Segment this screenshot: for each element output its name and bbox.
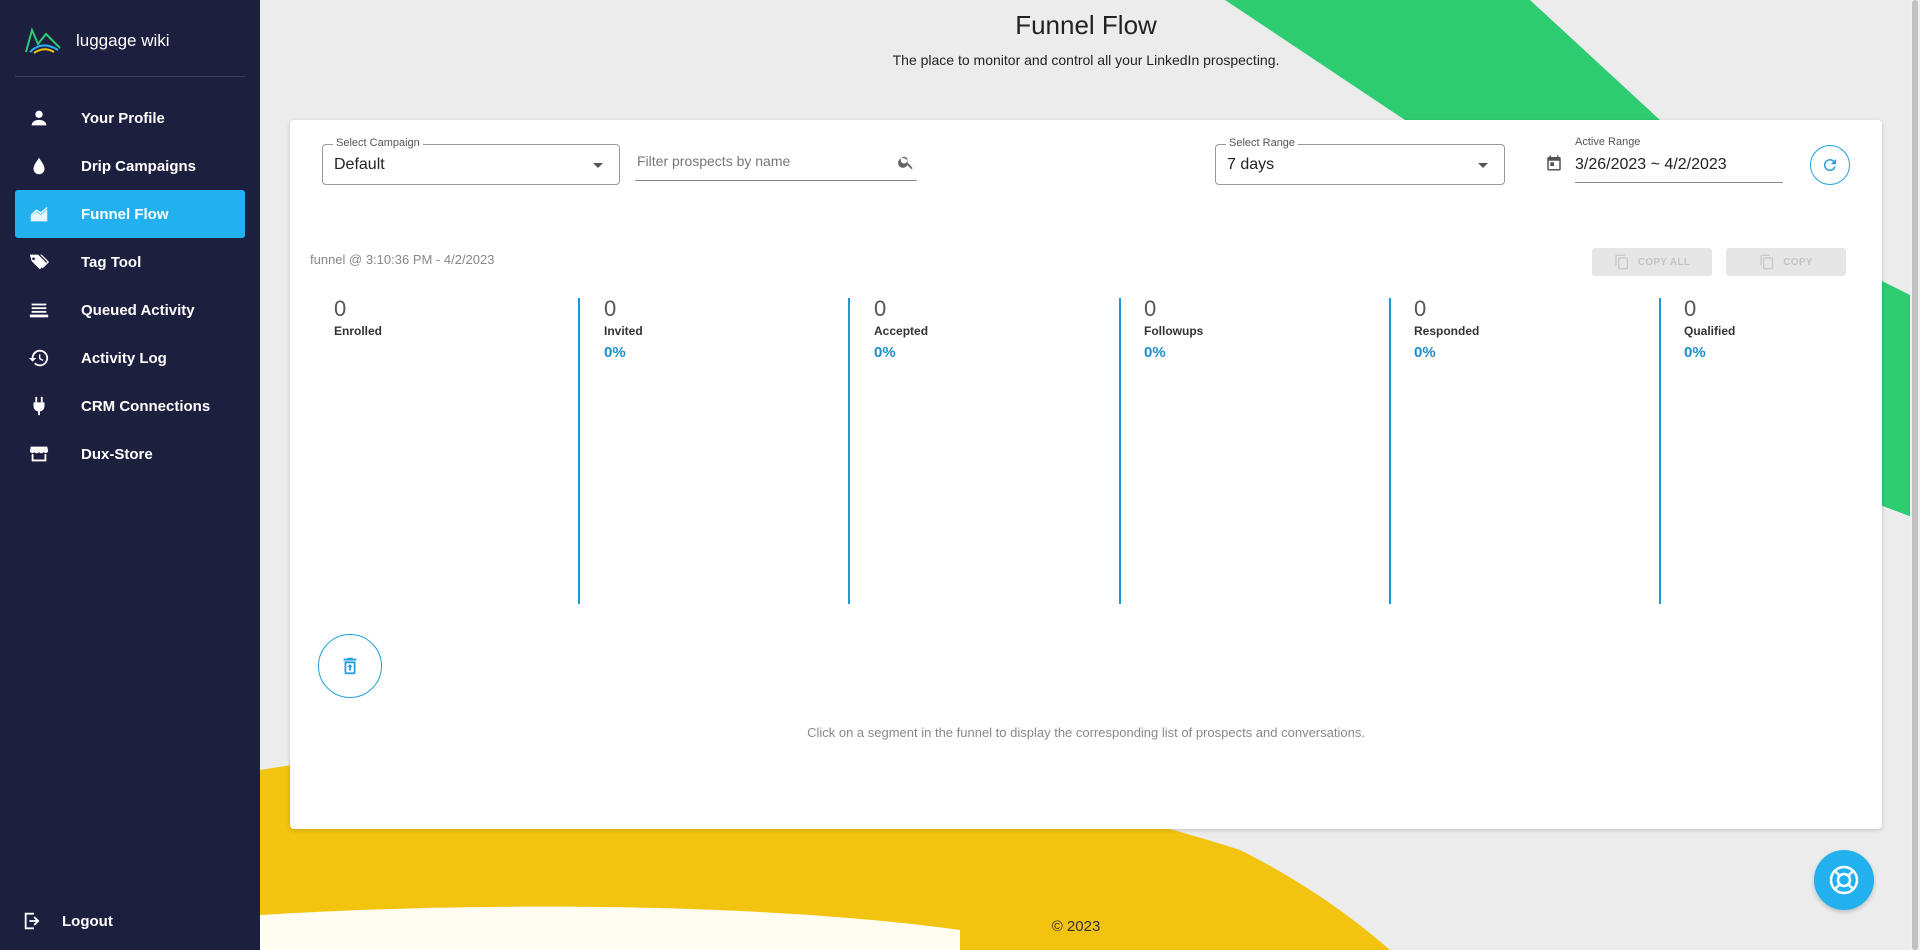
funnel-timestamp: funnel @ 3:10:36 PM - 4/2/2023 (310, 252, 495, 267)
search-icon[interactable] (897, 153, 915, 171)
sidebar-divider (15, 76, 245, 77)
sidebar: luggage wiki Your Profile Drip Campaigns… (0, 0, 260, 950)
active-range-label: Active Range (1575, 136, 1641, 148)
campaign-select-label: Select Campaign (333, 137, 423, 149)
funnel-segment-enrolled[interactable]: 0 Enrolled (334, 296, 554, 602)
range-select-label: Select Range (1226, 137, 1299, 149)
funnel-segment-invited[interactable]: 0 Invited 0% (604, 296, 834, 602)
lifebuoy-icon (1829, 865, 1859, 895)
funnel-segment-qualified[interactable]: 0 Qualified 0% (1684, 296, 1864, 602)
refresh-button[interactable] (1810, 145, 1850, 185)
campaign-select[interactable]: Select Campaign Default (322, 137, 620, 185)
sidebar-item-label: Your Profile (81, 109, 165, 127)
logout-icon (24, 912, 40, 930)
sidebar-item-label: Queued Activity (81, 301, 195, 319)
funnel-segment-responded[interactable]: 0 Responded 0% (1414, 296, 1644, 602)
sidebar-item-label: Drip Campaigns (81, 157, 197, 175)
prospect-filter (635, 148, 917, 181)
refresh-icon (1823, 159, 1836, 172)
sidebar-item-queued-activity[interactable]: Queued Activity (15, 286, 245, 334)
logout-label: Logout (62, 912, 113, 930)
stage-divider (1119, 298, 1121, 604)
trash-icon (343, 657, 357, 675)
stage-percent: 0% (1684, 344, 1706, 361)
stage-label: Responded (1414, 324, 1480, 338)
sidebar-item-crm-connections[interactable]: CRM Connections (15, 382, 245, 430)
stage-label: Followups (1144, 324, 1204, 338)
funnel-hint: Click on a segment in the funnel to disp… (807, 725, 1365, 740)
plug-icon (27, 394, 51, 418)
sidebar-item-label: Funnel Flow (81, 205, 169, 223)
sidebar-nav: Your Profile Drip Campaigns Funnel Flow … (15, 94, 245, 478)
copy-button[interactable]: COPY (1726, 248, 1846, 276)
footer-copyright: © 2023 (1051, 918, 1101, 935)
page-subtitle: The place to monitor and control all you… (892, 52, 1280, 68)
campaign-select-value: Default (334, 156, 385, 173)
page-title: Funnel Flow (1015, 10, 1157, 40)
history-icon (27, 346, 51, 370)
prospect-search-input[interactable] (635, 152, 879, 170)
stage-percent: 0% (604, 344, 626, 361)
queue-icon (27, 298, 51, 322)
stage-count: 0 (1414, 296, 1427, 321)
stage-percent: 0% (1414, 344, 1436, 361)
funnel-segment-accepted[interactable]: 0 Accepted 0% (874, 296, 1104, 602)
sidebar-item-drip-campaigns[interactable]: Drip Campaigns (15, 142, 245, 190)
stage-percent: 0% (874, 344, 896, 361)
copy-label: COPY (1783, 256, 1813, 268)
calendar-icon[interactable] (1545, 154, 1563, 172)
sidebar-item-tag-tool[interactable]: Tag Tool (15, 238, 245, 286)
scrollbar[interactable] (1910, 0, 1920, 950)
delete-button[interactable] (318, 634, 382, 698)
copy-icon (1615, 254, 1628, 270)
funnel-card: Select Campaign Default Select Range 7 d… (290, 120, 1882, 829)
stage-count: 0 (334, 296, 347, 321)
tags-icon (27, 250, 51, 274)
stage-divider (1389, 298, 1391, 604)
sidebar-item-label: CRM Connections (81, 397, 211, 415)
stage-label: Invited (604, 324, 643, 338)
sidebar-item-activity-log[interactable]: Activity Log (15, 334, 245, 382)
copy-all-label: COPY ALL (1637, 256, 1691, 268)
stage-label: Qualified (1684, 324, 1736, 338)
chevron-down-icon (1478, 163, 1488, 168)
sidebar-item-label: Dux-Store (81, 445, 153, 463)
stage-divider (848, 298, 850, 604)
scrollbar-thumb[interactable] (1912, 0, 1918, 950)
stage-label: Enrolled (334, 324, 383, 338)
person-icon (27, 106, 51, 130)
stage-count: 0 (1684, 296, 1697, 321)
help-button[interactable] (1814, 850, 1874, 910)
sidebar-item-label: Tag Tool (81, 253, 142, 271)
chevron-down-icon (593, 163, 603, 168)
active-range-field[interactable]: Active Range 3/26/2023 ~ 4/2/2023 (1575, 136, 1783, 183)
stage-count: 0 (604, 296, 617, 321)
brand[interactable]: luggage wiki (24, 24, 170, 58)
chart-area-icon (27, 202, 51, 226)
active-range-value: 3/26/2023 ~ 4/2/2023 (1575, 156, 1727, 173)
range-select-value: 7 days (1227, 156, 1275, 173)
brand-name: luggage wiki (76, 31, 170, 50)
drop-icon (27, 154, 51, 178)
main-area: Funnel Flow The place to monitor and con… (260, 0, 1920, 950)
stage-divider (1659, 298, 1661, 604)
copy-icon (1760, 254, 1774, 270)
stage-count: 0 (874, 296, 887, 321)
sidebar-item-dux-store[interactable]: Dux-Store (15, 430, 245, 478)
logout-button[interactable]: Logout (22, 910, 113, 932)
sidebar-item-funnel-flow[interactable]: Funnel Flow (15, 190, 245, 238)
range-select[interactable]: Select Range 7 days (1215, 137, 1505, 185)
stage-count: 0 (1144, 296, 1157, 321)
store-icon (27, 442, 51, 466)
sidebar-item-label: Activity Log (81, 349, 167, 367)
stage-divider (578, 298, 580, 604)
funnel-segment-followups[interactable]: 0 Followups 0% (1144, 296, 1374, 602)
copy-all-button[interactable]: COPY ALL (1592, 248, 1712, 276)
brand-logo-icon (25, 26, 61, 54)
stage-percent: 0% (1144, 344, 1166, 361)
stage-label: Accepted (874, 324, 929, 338)
sidebar-item-your-profile[interactable]: Your Profile (15, 94, 245, 142)
